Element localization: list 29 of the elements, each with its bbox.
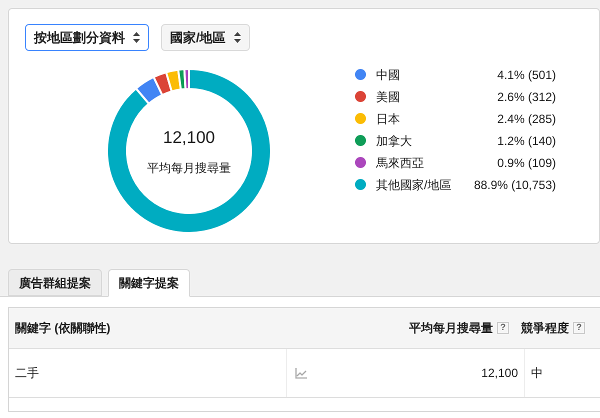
total-label: 平均每月搜尋量 [147, 160, 231, 177]
help-icon[interactable]: ? [573, 322, 585, 334]
dropdown[interactable]: 國家/地區 [161, 24, 250, 51]
legend-value: 1.2% (140) [496, 132, 556, 150]
legend-value: 0.9% (109) [496, 154, 556, 172]
column-header[interactable]: 關鍵字 (依關聯性) [15, 319, 395, 337]
tab[interactable]: 廣告群組提案 [8, 269, 102, 296]
tab[interactable]: 關鍵字提案 [108, 269, 190, 297]
legend-label: 馬來西亞 [376, 154, 425, 172]
sort-caret-icon [234, 32, 241, 43]
table-cell-text: 12,100 [481, 365, 518, 382]
legend-value: 88.9% (10,753) [472, 176, 556, 194]
table-cell: 中 [524, 349, 543, 397]
sort-caret-icon [133, 32, 140, 43]
total-value: 12,100 [163, 127, 215, 150]
legend-value: 4.1% (501) [496, 66, 556, 84]
legend-label: 美國 [376, 88, 401, 106]
column-header[interactable]: 平均每月搜尋量 [409, 319, 493, 337]
legend-value: 2.4% (285) [496, 110, 556, 128]
legend-label: 中國 [376, 66, 401, 84]
table-cell-text: 二手 [15, 365, 40, 382]
legend-label: 其他國家/地區 [376, 176, 452, 194]
column-header[interactable]: 競爭程度 [521, 319, 569, 337]
dropdown[interactable]: 按地區劃分資料 [25, 24, 149, 51]
help-icon[interactable]: ? [497, 322, 509, 334]
legend-label: 日本 [376, 110, 401, 128]
legend-value: 2.6% (312) [496, 88, 556, 106]
trend-chart-icon[interactable] [295, 368, 307, 378]
legend-label: 加拿大 [376, 132, 413, 150]
